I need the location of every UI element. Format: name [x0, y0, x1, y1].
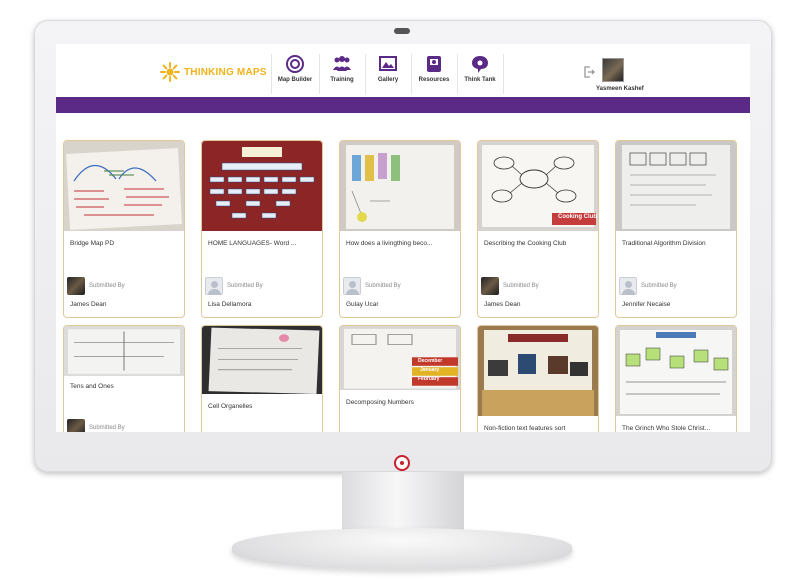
nav-separator [271, 54, 272, 94]
gallery-card[interactable]: How does a livingthing beco... Submitted… [339, 140, 461, 318]
speech-bubble-icon [472, 56, 488, 73]
nav-training[interactable]: Training [320, 54, 364, 94]
thumbnail-image [340, 141, 460, 231]
nav-resources[interactable]: Resources [412, 54, 456, 94]
gallery-card[interactable]: Bridge Map PD Submitted By James Dean [63, 140, 185, 318]
submitter-avatar [481, 277, 499, 295]
gallery-card[interactable]: Tens and Ones Submitted By [63, 325, 185, 432]
card-title: HOME LANGUAGES- Word ... [208, 240, 297, 247]
target-icon [286, 55, 304, 73]
gallery-card[interactable]: Traditional Algorithm Division Submitted… [615, 140, 737, 318]
submitter-name: James Dean [70, 301, 107, 308]
top-navigation-bar: THINKING MAPS Map Builder Training Galle… [56, 44, 750, 97]
thumbnail-image [478, 326, 598, 416]
gallery-card[interactable]: HOME LANGUAGES- Word ... Submitted By Li… [201, 140, 323, 318]
brand-name: THINKING MAPS [184, 66, 267, 78]
thumbnail-image [616, 326, 736, 416]
gallery-card[interactable]: Cooking Club Describing the Cooking Club… [477, 140, 599, 318]
thumbnail-image [616, 141, 736, 231]
thumbnail-image [64, 326, 184, 376]
header-accent-bar [56, 97, 750, 113]
default-avatar-icon [619, 277, 637, 295]
submitted-by-label: Submitted By [227, 283, 263, 289]
app-screen: THINKING MAPS Map Builder Training Galle… [56, 44, 750, 432]
nav-think-tank[interactable]: Think Tank [458, 54, 502, 94]
thumbnail-image [202, 326, 322, 394]
logout-icon[interactable] [583, 66, 595, 78]
card-title: The Grinch Who Stole Christ... [622, 425, 711, 432]
thinking-maps-logo[interactable]: THINKING MAPS [160, 62, 267, 82]
gallery-card[interactable]: Cell Organelles [201, 325, 323, 432]
submitted-by-label: Submitted By [641, 283, 677, 289]
nav-label: Map Builder [277, 77, 313, 83]
card-title: Non-fiction text features sort [484, 425, 566, 432]
thumbnail-image [64, 141, 184, 231]
default-avatar-icon [343, 277, 361, 295]
card-title: Tens and Ones [70, 383, 114, 390]
card-title: Traditional Algorithm Division [622, 240, 706, 247]
thumbnail-image [202, 141, 322, 231]
nav-label: Think Tank [464, 77, 496, 83]
people-icon [333, 56, 351, 71]
submitter-name: Gulay Ucar [346, 301, 379, 308]
submitter-avatar [67, 277, 85, 295]
nav-label: Gallery [377, 77, 399, 83]
card-title: Bridge Map PD [70, 240, 115, 247]
card-title: Cell Organelles [208, 403, 253, 410]
submitter-name: James Dean [484, 301, 521, 308]
submitted-by-label: Submitted By [503, 283, 539, 289]
user-avatar[interactable] [602, 58, 624, 82]
sun-logo-icon [160, 62, 180, 82]
submitter-name: Jennifer Necaise [622, 301, 671, 308]
nav-map-builder[interactable]: Map Builder [273, 54, 317, 94]
thumbnail-caption: February [418, 376, 440, 382]
monitor-stand-base [232, 528, 572, 570]
user-name: Yasmeen Kashef [596, 86, 644, 92]
nav-separator [503, 54, 504, 94]
card-title: Decomposing Numbers [346, 399, 414, 406]
gallery-icon [379, 56, 397, 71]
monitor-stand-neck [342, 472, 464, 530]
resources-icon [427, 56, 441, 72]
submitter-name: Lisa Dellamora [208, 301, 252, 308]
user-menu[interactable]: Yasmeen Kashef [578, 58, 668, 96]
power-button-icon[interactable] [394, 455, 410, 471]
nav-label: Training [330, 77, 354, 83]
nav-label: Resources [418, 77, 450, 83]
thumbnail-caption: January [420, 367, 440, 373]
default-avatar-icon [205, 277, 223, 295]
card-title: How does a livingthing beco... [346, 240, 433, 247]
thumbnail-caption: Cooking Club [558, 214, 597, 220]
nav-gallery[interactable]: Gallery [366, 54, 410, 94]
submitter-avatar [67, 419, 85, 432]
monitor-mockup: THINKING MAPS Map Builder Training Galle… [0, 0, 800, 582]
gallery-card[interactable]: Non-fiction text features sort [477, 325, 599, 432]
submitted-by-label: Submitted By [365, 283, 401, 289]
gallery-card[interactable]: December January February Decomposing Nu… [339, 325, 461, 432]
submitted-by-label: Submitted By [89, 425, 125, 431]
card-title: Describing the Cooking Club [484, 240, 567, 247]
thumbnail-caption: December [418, 358, 443, 364]
camera-icon [394, 28, 410, 34]
submitted-by-label: Submitted By [89, 283, 125, 289]
gallery-card[interactable]: The Grinch Who Stole Christ... [615, 325, 737, 432]
